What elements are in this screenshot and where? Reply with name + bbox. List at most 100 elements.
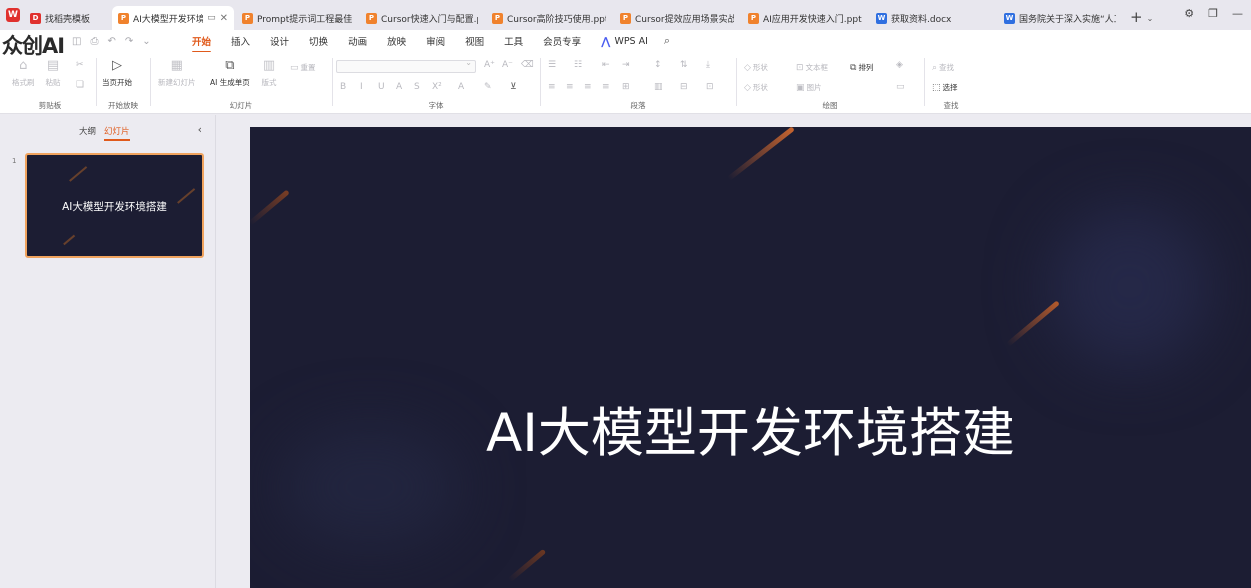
- decrease-font-icon[interactable]: A⁻: [502, 60, 513, 70]
- play-from-current-button[interactable]: ▷ 当页开始: [102, 56, 132, 88]
- group-divider: [332, 58, 333, 106]
- settings-icon[interactable]: ⚙: [1184, 7, 1194, 20]
- text-direction-icon[interactable]: ⤓: [706, 60, 710, 70]
- tab-active-presentation[interactable]: P AI大模型开发环境指 ▭ ✕: [112, 6, 234, 30]
- slide-canvas[interactable]: AI大模型开发环境搭建: [250, 127, 1251, 588]
- tab-animations[interactable]: 动画: [348, 31, 367, 51]
- tab-document[interactable]: W 获取资料.docx: [870, 6, 996, 30]
- tab-slideshow[interactable]: 放映: [387, 31, 406, 51]
- tab-outline[interactable]: 大纲: [79, 125, 96, 137]
- slide-thumbnail[interactable]: AI大模型开发环境搭建: [25, 153, 204, 258]
- new-tab-icon[interactable]: +: [1130, 8, 1143, 26]
- clear-format-icon[interactable]: ⌫: [521, 60, 534, 70]
- vertical-align-icon[interactable]: ⊟: [680, 82, 688, 92]
- increase-font-icon[interactable]: A⁺: [484, 60, 495, 70]
- italic-icon[interactable]: I: [360, 82, 363, 92]
- shape-button-2[interactable]: ◇ 形状: [744, 82, 768, 93]
- underline-icon[interactable]: U: [378, 82, 385, 92]
- tab-presentation[interactable]: P Prompt提示词工程最佳实: [236, 6, 358, 30]
- group-find: ⌕ 查找 ⬚ 选择 查找: [926, 52, 976, 114]
- highlight-icon[interactable]: ✎: [484, 82, 492, 92]
- tab-review[interactable]: 审阅: [426, 31, 445, 51]
- decrease-indent-icon[interactable]: ⇤: [602, 60, 610, 70]
- paste-button[interactable]: ▤ 粘贴: [44, 56, 62, 88]
- redo-icon[interactable]: ↷: [125, 36, 133, 47]
- char-spacing-icon[interactable]: ⊻: [510, 82, 517, 92]
- tab-presentation[interactable]: P Cursor快速入门与配置.ppt: [360, 6, 484, 30]
- slide-title[interactable]: AI大模型开发环境搭建: [250, 391, 1251, 467]
- strikethrough-icon[interactable]: S: [414, 82, 420, 92]
- screen-icon[interactable]: ▭: [207, 13, 216, 23]
- tab-label: 找稻壳模板: [45, 14, 91, 25]
- tab-slides[interactable]: 幻灯片: [104, 125, 130, 141]
- decor-streak: [63, 234, 75, 245]
- tab-home[interactable]: 开始: [192, 31, 212, 53]
- sort-icon[interactable]: ⇅: [680, 60, 688, 70]
- bold-icon[interactable]: B: [340, 82, 346, 92]
- align-center-icon[interactable]: ≡: [566, 82, 574, 92]
- tab-label: AI大模型开发环境指: [133, 14, 204, 25]
- new-slide-button[interactable]: ▦ 新建幻灯片: [158, 56, 196, 88]
- docx-file-icon: W: [876, 12, 887, 24]
- decor-streak: [1006, 300, 1060, 347]
- tab-insert[interactable]: 插入: [231, 31, 250, 51]
- find-button[interactable]: ⌕ 查找: [932, 62, 954, 73]
- picture-button[interactable]: ▣ 图片: [796, 82, 822, 93]
- restore-icon[interactable]: ❐: [1208, 7, 1218, 20]
- tab-template[interactable]: D 找稻壳模板: [24, 6, 110, 30]
- chevron-down-icon[interactable]: ⌄: [142, 36, 150, 47]
- print-icon[interactable]: ⎙: [90, 36, 98, 47]
- cut-icon[interactable]: ✂: [76, 60, 84, 70]
- superscript-icon[interactable]: X²: [432, 82, 442, 92]
- columns-icon[interactable]: ▥: [654, 82, 663, 92]
- format-painter-button[interactable]: ⌂ 格式刷: [12, 56, 35, 88]
- shape-outline-icon[interactable]: ▭: [896, 82, 905, 92]
- close-tab-icon[interactable]: ✕: [220, 13, 228, 24]
- wps-logo[interactable]: W: [2, 0, 24, 30]
- shape-fill-icon[interactable]: ◈: [896, 60, 903, 70]
- tab-view[interactable]: 视图: [465, 31, 484, 51]
- tab-wps-ai[interactable]: ⋀ WPS AI: [601, 35, 648, 48]
- collapse-icon[interactable]: ‹: [198, 123, 202, 136]
- tab-presentation[interactable]: P AI应用开发快速入门.pptx: [742, 6, 868, 30]
- smartart-icon[interactable]: ⊡: [706, 82, 714, 92]
- shape-icon: ◇: [744, 62, 751, 73]
- select-button[interactable]: ⬚ 选择: [932, 82, 958, 93]
- text-shadow-icon[interactable]: A: [396, 82, 402, 92]
- pptx-file-icon: P: [620, 12, 631, 24]
- undo-icon[interactable]: ↶: [107, 36, 115, 47]
- ai-generate-slide-button[interactable]: ⧉ AI 生成单页: [210, 56, 250, 88]
- numbered-list-icon[interactable]: ☷: [574, 60, 582, 70]
- copy-icon[interactable]: ❏: [76, 80, 84, 90]
- line-spacing-icon[interactable]: ↕: [654, 60, 662, 70]
- tab-tools[interactable]: 工具: [504, 31, 523, 51]
- align-left-icon[interactable]: ≡: [548, 82, 556, 92]
- tab-presentation[interactable]: P Cursor高阶技巧使用.pptx: [486, 6, 612, 30]
- watermark-logo: 众创AI: [2, 34, 65, 58]
- reset-button[interactable]: ▭ 重置: [290, 62, 316, 73]
- minimize-icon[interactable]: —: [1232, 7, 1243, 20]
- quick-access-toolbar: ◫ ⎙ ↶ ↷ ⌄: [72, 36, 192, 47]
- layout-button[interactable]: ▥ 版式: [260, 56, 278, 88]
- tab-design[interactable]: 设计: [270, 31, 289, 51]
- font-color-icon[interactable]: A: [458, 82, 464, 92]
- align-right-icon[interactable]: ≡: [584, 82, 592, 92]
- arrange-button[interactable]: ⧉ 排列: [850, 62, 873, 73]
- bullet-list-icon[interactable]: ☰: [548, 60, 556, 70]
- increase-indent-icon[interactable]: ⇥: [622, 60, 630, 70]
- arrange-icon: ⧉: [850, 62, 857, 73]
- justify-icon[interactable]: ≡: [602, 82, 610, 92]
- tab-transitions[interactable]: 切换: [309, 31, 328, 51]
- tab-presentation[interactable]: P Cursor提效应用场景实战.p: [614, 6, 740, 30]
- chevron-down-icon[interactable]: ⌄: [1147, 14, 1154, 23]
- picture-icon: ▣: [796, 82, 805, 93]
- save-icon[interactable]: ◫: [72, 36, 81, 47]
- font-family-select[interactable]: [336, 58, 476, 73]
- select-label: 选择: [942, 83, 958, 92]
- distribute-icon[interactable]: ⊞: [622, 82, 630, 92]
- search-icon[interactable]: ⌕: [664, 34, 670, 48]
- shape-button[interactable]: ◇ 形状: [744, 62, 768, 73]
- textbox-button[interactable]: ⊡ 文本框: [796, 62, 828, 73]
- tab-member[interactable]: 会员专享: [543, 31, 581, 51]
- tab-document[interactable]: W 国务院关于深入实施“人工: [998, 6, 1122, 30]
